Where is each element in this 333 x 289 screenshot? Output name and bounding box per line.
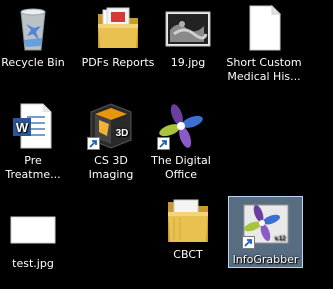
word-document-icon: W — [9, 102, 57, 150]
desktop-icon-label: InfoGrabber — [232, 253, 299, 266]
version-badge: v.12 — [274, 236, 286, 242]
desktop-icon-cs-3d-imaging[interactable]: 3D CS 3D Imaging — [73, 102, 149, 182]
desktop-icon-label: The Digital Office — [151, 154, 211, 181]
desktop-icon-the-digital-office[interactable]: The Digital Office — [143, 102, 219, 182]
shortcut-arrow-icon — [157, 137, 170, 150]
desktop-icon-pre-treatment[interactable]: W Pre Treatme... — [0, 102, 71, 182]
desktop-icon-test-jpg[interactable]: test.jpg — [0, 205, 71, 271]
image-file-icon — [9, 205, 57, 253]
cs-3d-imaging-icon: 3D — [87, 102, 135, 150]
desktop-icon-label: test.jpg — [12, 257, 54, 270]
desktop-icon-19-jpg[interactable]: 19.jpg — [150, 4, 226, 70]
desktop-icon-label: Short Custom Medical His... — [226, 56, 302, 83]
desktop-icon-label: PDFs Reports — [81, 56, 155, 69]
desktop-icon-pdfs-reports[interactable]: PDFs Reports — [80, 4, 156, 70]
shortcut-arrow-icon — [87, 137, 100, 150]
svg-text:W: W — [16, 120, 29, 135]
svg-text:3D: 3D — [116, 128, 129, 139]
desktop-icon-label: 19.jpg — [170, 56, 206, 69]
desktop-icon-label: Recycle Bin — [1, 56, 65, 69]
infograbber-icon: v.12 — [241, 201, 290, 249]
recycle-bin-icon — [9, 4, 57, 52]
desktop-icon-label: CS 3D Imaging — [88, 154, 134, 181]
desktop-icon-cbct[interactable]: CBCT — [150, 196, 226, 262]
shortcut-arrow-icon — [241, 236, 255, 249]
desktop-icon-label: CBCT — [173, 248, 203, 261]
folder-icon — [94, 4, 142, 52]
blank-document-icon — [240, 4, 288, 52]
desktop-icon-label: Pre Treatme... — [5, 154, 61, 181]
desktop-icon-recycle-bin[interactable]: Recycle Bin — [0, 4, 71, 70]
digital-office-icon — [157, 102, 205, 150]
desktop-icon-infograbber[interactable]: v.12 InfoGrabber — [228, 196, 303, 268]
folder-icon — [164, 196, 212, 244]
desktop-icon-short-custom-medical-history[interactable]: Short Custom Medical His... — [226, 4, 302, 84]
image-file-icon — [164, 4, 212, 52]
